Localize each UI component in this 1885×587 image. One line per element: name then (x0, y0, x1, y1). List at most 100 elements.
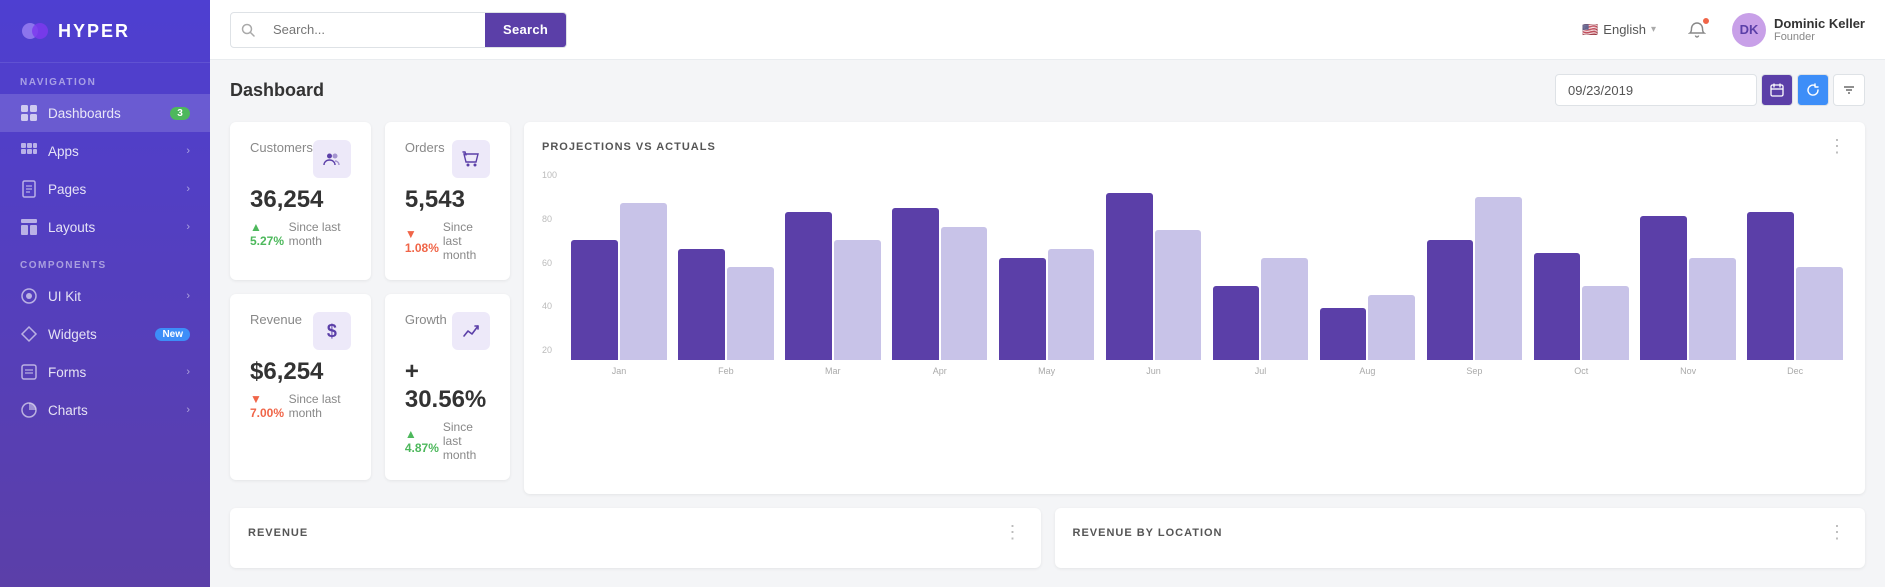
bar-group-aug: Aug (1315, 170, 1419, 378)
stat-value-growth: + 30.56% (405, 358, 490, 414)
charts-arrow: › (186, 404, 190, 416)
main-area: Search 🇺🇸 English ▾ DK Dominic Keller Fo… (210, 0, 1885, 587)
bar-label-jun: Jun (1146, 366, 1161, 376)
pages-arrow: › (186, 183, 190, 195)
bar-group-jan: Jan (567, 170, 671, 378)
main-row: Customers 36,254 (230, 122, 1865, 494)
trend-arrow-customers: ▲ 5.27% (250, 220, 285, 248)
bar-primary-jul (1213, 286, 1260, 360)
nav-section-label: NAVIGATION (0, 63, 210, 94)
widgets-icon (20, 325, 38, 343)
sidebar-label-layouts: Layouts (48, 220, 176, 235)
y-label-60: 60 (542, 258, 557, 268)
page-content: Dashboard (210, 60, 1885, 587)
trend-arrow-orders: ▼ 1.08% (405, 227, 439, 255)
date-picker[interactable] (1555, 74, 1757, 106)
stat-card-revenue: Revenue $ $6,254 ▼ 7.00% Since last mont… (230, 294, 371, 480)
trend-label-revenue: Since last month (289, 392, 351, 420)
user-name: Dominic Keller (1774, 16, 1865, 31)
revenue-menu-button[interactable]: ⋮ (1004, 522, 1023, 543)
page-header: Dashboard (230, 74, 1865, 106)
bar-label-mar: Mar (825, 366, 841, 376)
stats-grid: Customers 36,254 (230, 122, 510, 480)
filter-button[interactable] (1833, 74, 1865, 106)
lang-chevron-icon: ▾ (1651, 24, 1656, 35)
bar-label-may: May (1038, 366, 1055, 376)
stats-column: Customers 36,254 (230, 122, 510, 494)
bar-group-mar: Mar (781, 170, 885, 378)
revenue-card-header: REVENUE ⋮ (248, 522, 1023, 543)
location-menu-button[interactable]: ⋮ (1828, 522, 1847, 543)
pages-icon (20, 180, 38, 198)
revenue-title: REVENUE (248, 527, 308, 539)
bar-primary-aug (1320, 308, 1367, 360)
sidebar: HYPER NAVIGATION Dashboards 3 Apps › (0, 0, 210, 587)
search-icon (231, 23, 265, 37)
bar-label-aug: Aug (1359, 366, 1375, 376)
sidebar-item-apps[interactable]: Apps › (0, 132, 210, 170)
bar-primary-oct (1534, 253, 1581, 360)
chart-title: PROJECTIONS VS ACTUALS (542, 141, 716, 153)
stat-trend-orders: ▼ 1.08% Since last month (405, 220, 490, 262)
trend-arrow-revenue: ▼ 7.00% (250, 392, 285, 420)
sidebar-item-pages[interactable]: Pages › (0, 170, 210, 208)
bar-secondary-oct (1582, 286, 1629, 360)
bar-label-jul: Jul (1255, 366, 1267, 376)
bar-primary-feb (678, 249, 725, 360)
growth-icon (452, 312, 490, 350)
search-input[interactable] (265, 22, 485, 37)
sidebar-item-forms[interactable]: Forms › (0, 353, 210, 391)
bar-primary-nov (1640, 216, 1687, 360)
bar-group-may: May (995, 170, 1099, 378)
stat-trend-customers: ▲ 5.27% Since last month (250, 220, 351, 248)
user-menu[interactable]: DK Dominic Keller Founder (1732, 13, 1865, 47)
sidebar-label-widgets: Widgets (48, 327, 145, 342)
sidebar-item-dashboards[interactable]: Dashboards 3 (0, 94, 210, 132)
stat-label-orders: Orders (405, 140, 445, 155)
sidebar-item-uikit[interactable]: UI Kit › (0, 277, 210, 315)
chart-menu-button[interactable]: ⋮ (1828, 136, 1847, 157)
search-button[interactable]: Search (485, 12, 566, 48)
bar-label-feb: Feb (718, 366, 734, 376)
bar-primary-jan (571, 240, 618, 360)
trend-label-orders: Since last month (443, 220, 490, 262)
customers-icon (313, 140, 351, 178)
search-wrapper: Search (230, 12, 567, 48)
bar-label-oct: Oct (1574, 366, 1588, 376)
trend-label-growth: Since last month (443, 420, 490, 462)
bar-secondary-apr (941, 227, 988, 360)
bar-secondary-jun (1155, 230, 1202, 360)
dashboard-icon (20, 104, 38, 122)
calendar-button[interactable] (1761, 74, 1793, 106)
bar-secondary-jul (1261, 258, 1308, 360)
user-avatar: DK (1732, 13, 1766, 47)
bar-label-nov: Nov (1680, 366, 1696, 376)
bar-primary-may (999, 258, 1046, 360)
layouts-icon (20, 218, 38, 236)
flag-icon: 🇺🇸 (1582, 22, 1598, 38)
sidebar-logo: HYPER (0, 0, 210, 63)
notifications-button[interactable] (1680, 13, 1714, 47)
bar-group-jul: Jul (1209, 170, 1313, 378)
notification-badge (1702, 17, 1710, 25)
page-header-controls (1555, 74, 1865, 106)
user-info: Dominic Keller Founder (1774, 16, 1865, 43)
sidebar-item-widgets[interactable]: Widgets New (0, 315, 210, 353)
bar-secondary-nov (1689, 258, 1736, 360)
bar-group-apr: Apr (888, 170, 992, 378)
forms-icon (20, 363, 38, 381)
widgets-badge: New (155, 328, 190, 341)
orders-icon (452, 140, 490, 178)
bar-group-nov: Nov (1636, 170, 1740, 378)
bar-secondary-mar (834, 240, 881, 360)
bar-secondary-jan (620, 203, 667, 360)
refresh-button[interactable] (1797, 74, 1829, 106)
logo-text: HYPER (58, 21, 130, 42)
bar-label-apr: Apr (933, 366, 947, 376)
apps-icon (20, 142, 38, 160)
stat-value-customers: 36,254 (250, 186, 351, 214)
y-label-80: 80 (542, 214, 557, 224)
language-selector[interactable]: 🇺🇸 English ▾ (1582, 22, 1656, 38)
sidebar-item-charts[interactable]: Charts › (0, 391, 210, 429)
sidebar-item-layouts[interactable]: Layouts › (0, 208, 210, 246)
